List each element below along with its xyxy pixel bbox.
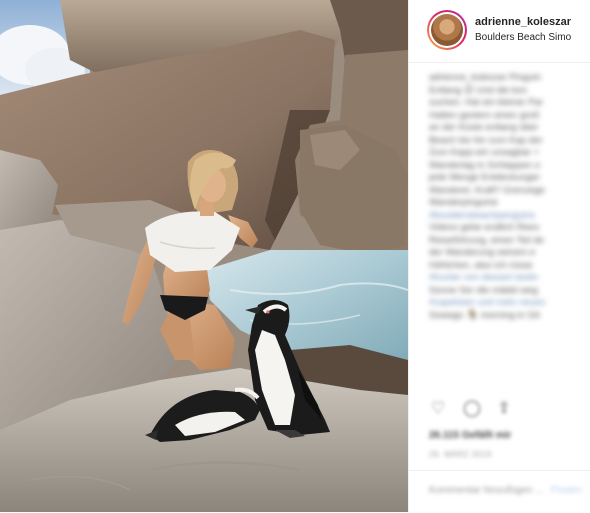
caption-line: Hatten gestern einen groß [429,109,540,121]
likes-count[interactable]: 26.115 Gefällt mir [429,430,511,441]
caption-line: Sowego 🐧 morning in SA [429,309,541,321]
photo-scene [0,0,408,512]
caption-line: Wanderpinguine [429,197,498,208]
caption-line: Wanderlag in Schlappen o [429,159,541,171]
comment-box: Kommentar hinzufügen ... Posten [409,470,590,513]
caption-line: Sonne Ser die mädel weg [429,284,538,296]
post-comment-button[interactable]: Posten [551,485,582,496]
heart-icon[interactable]: ♡ [429,400,447,418]
avatar-image [431,14,463,46]
caption-line[interactable]: #capetown und mein neues [429,297,581,310]
username-link[interactable]: adrienne_koleszar [475,16,571,28]
location-link[interactable]: Boulders Beach Simo [475,32,571,43]
caption-line: an der Küste entlang über [429,122,539,133]
post-sidebar: adrienne_koleszar Boulders Beach Simo ad… [409,0,590,512]
action-bar: ♡ ◯ ⇪ [429,398,579,424]
caption-line[interactable]: #hunter von dessert testin [429,272,581,285]
avatar[interactable] [427,10,467,50]
caption-line: jede Menge Entdeckunger [429,172,540,183]
caption-line: Beach bis hin zum Kap der [429,134,543,146]
comment-icon[interactable]: ◯ [463,400,481,418]
post-photo[interactable] [0,0,408,512]
caption-line: Reiseführung, einen Teil de [429,234,544,246]
caption-line: der Wanderung seinem e [429,247,536,258]
caption-line: suchen. Hat ein kleiner Par [429,97,544,108]
caption-line: Zum Kapp-ein unsagbar + [429,147,540,158]
caption-line: Wanderer, Kraft? Grenzege [429,184,545,196]
caption-line: Entlang 😊 Und die kon [429,84,528,96]
caption-text: adrienne_koleszar Pinguin Entlang 😊 Und d… [429,72,581,322]
instagram-post: adrienne_koleszar Boulders Beach Simo ad… [0,0,590,512]
caption-line: adrienne_koleszar Pinguin [429,72,541,83]
post-date: 26. MÄRZ 2019 [429,450,492,459]
caption-line: Höhlchen, also ich rüsse [429,259,533,271]
post-header: adrienne_koleszar Boulders Beach Simo [409,0,590,63]
share-icon[interactable]: ⇪ [495,400,513,418]
caption-line: Videos gebe endlich Rees [429,222,540,233]
comment-input[interactable]: Kommentar hinzufügen ... [429,485,544,496]
caption-line[interactable]: #bouldersbeachpenguins [429,210,581,223]
